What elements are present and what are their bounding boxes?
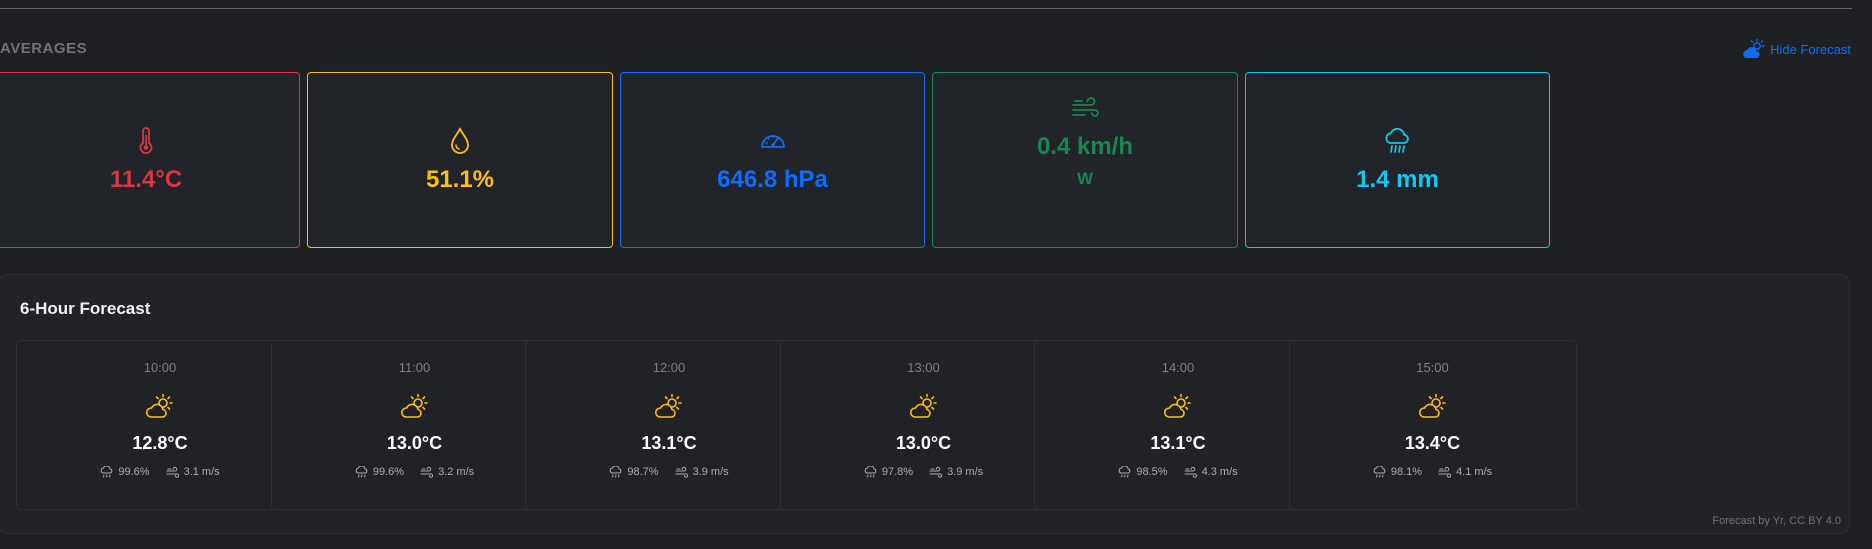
humidity-average-card: 51.1% — [307, 72, 613, 248]
cloud-drizzle-icon — [1119, 466, 1131, 478]
hide-forecast-link[interactable]: Hide Forecast — [1742, 38, 1851, 60]
forecast-humidity: 97.8% — [881, 466, 914, 478]
forecast-humidity: 98.7% — [627, 466, 659, 478]
wind-icon — [1438, 466, 1452, 478]
wind-icon — [166, 466, 179, 478]
cloud-drizzle-icon — [355, 466, 368, 478]
forecast-details: 99.6% 3.2 m/s — [355, 466, 474, 478]
forecast-card: 15:00 13.4°C 98.1% 4.1 m/s — [1288, 340, 1577, 510]
forecast-card: 13:00 13.0°C 97.8% 3.9 m/s — [779, 340, 1068, 510]
forecast-humidity: 99.6% — [372, 466, 405, 478]
cloud-sun-icon — [400, 393, 428, 418]
humidity-average-value: 51.1% — [425, 166, 495, 193]
wind-icon — [1184, 466, 1197, 478]
forecast-credit: Forecast by Yr, CC BY 4.0 — [1712, 515, 1841, 527]
forecast-time: 12:00 — [652, 360, 686, 375]
forecast-wind: 3.9 m/s — [692, 466, 729, 478]
droplet-icon — [451, 127, 469, 154]
wind-icon — [675, 466, 688, 478]
forecast-details: 98.1% 4.1 m/s — [1373, 466, 1492, 478]
cloud-drizzle-icon — [1373, 466, 1386, 478]
cloud-sun-icon — [1418, 393, 1446, 418]
forecast-details: 98.7% 3.9 m/s — [609, 466, 729, 478]
forecast-card: 10:00 12.8°C 99.6% 3.1 m/s — [16, 340, 304, 510]
forecast-wind: 3.1 m/s — [183, 466, 220, 478]
forecast-details: 98.5% 4.3 m/s — [1118, 466, 1238, 478]
temperature-average-value: 11.4°C — [109, 166, 183, 193]
forecast-card: 14:00 13.1°C 98.5% 4.3 m/s — [1034, 340, 1322, 510]
precipitation-average-value: 1.4 mm — [1356, 166, 1439, 193]
forecast-time: 10:00 — [143, 360, 177, 375]
forecast-wind: 3.2 m/s — [438, 466, 475, 478]
forecast-temperature: 13.4°C — [1404, 433, 1461, 453]
cloud-sun-icon — [1743, 38, 1765, 59]
forecast-time: 11:00 — [398, 360, 431, 375]
top-divider — [0, 8, 1852, 9]
cloud-sun-icon — [909, 393, 937, 418]
cloud-drizzle-icon — [610, 466, 622, 478]
forecast-wind: 4.3 m/s — [1201, 466, 1238, 478]
forecast-humidity: 98.1% — [1390, 466, 1423, 478]
precipitation-average-card: 1.4 mm — [1245, 72, 1550, 248]
wind-icon — [929, 466, 943, 478]
forecast-temperature: 13.0°C — [895, 433, 952, 453]
forecast-details: 99.6% 3.1 m/s — [100, 466, 220, 478]
wind-average-card: 0.4 km/h W — [932, 72, 1238, 248]
pressure-average-value: 646.8 hPa — [717, 166, 828, 193]
cloud-sun-icon — [655, 393, 682, 418]
hide-forecast-label[interactable]: Hide Forecast — [1770, 42, 1851, 57]
forecast-temperature: 12.8°C — [132, 433, 188, 453]
temperature-average-card: 11.4°C — [0, 72, 300, 248]
wind-average-value: 0.4 km/h — [1036, 133, 1134, 160]
forecast-wind: 3.9 m/s — [947, 466, 984, 478]
forecast-title: 6-Hour Forecast — [20, 299, 151, 318]
forecast-time: 14:00 — [1161, 360, 1195, 375]
forecast-card: 11:00 13.0°C 99.6% 3.2 m/s — [270, 340, 559, 510]
thermometer-icon — [139, 127, 153, 154]
forecast-humidity: 99.6% — [118, 466, 150, 478]
averages-row: 11.4°C 51.1% 646.8 hPa 0.4 km/h W 1.4 mm — [0, 72, 1852, 250]
wind-icon — [420, 466, 434, 478]
cloud-sun-icon — [146, 393, 173, 418]
speedometer-icon — [760, 134, 785, 148]
forecast-wind: 4.1 m/s — [1456, 466, 1493, 478]
forecast-temperature: 13.1°C — [1150, 433, 1206, 453]
forecast-card: 12:00 13.1°C 98.7% 3.9 m/s — [525, 340, 813, 510]
forecast-details: 97.8% 3.9 m/s — [864, 466, 983, 478]
cloud-drizzle-icon — [864, 466, 877, 478]
wind-direction: W — [1076, 169, 1094, 188]
averages-heading: AVERAGES — [0, 40, 88, 57]
pressure-average-card: 646.8 hPa — [620, 72, 925, 248]
forecast-time: 13:00 — [907, 360, 940, 375]
forecast-temperature: 13.0°C — [386, 433, 443, 453]
cloud-drizzle-icon — [101, 466, 113, 478]
forecast-panel: 6-Hour Forecast 10:00 12.8°C 99.6% 3.1 m/s 1… — [0, 274, 1850, 534]
cloud-rain-icon — [1384, 127, 1409, 153]
cloud-sun-icon — [1164, 393, 1191, 418]
wind-icon — [1072, 97, 1099, 117]
forecast-time: 15:00 — [1416, 360, 1449, 375]
forecast-humidity: 98.5% — [1136, 466, 1168, 478]
forecast-temperature: 13.1°C — [641, 433, 697, 453]
